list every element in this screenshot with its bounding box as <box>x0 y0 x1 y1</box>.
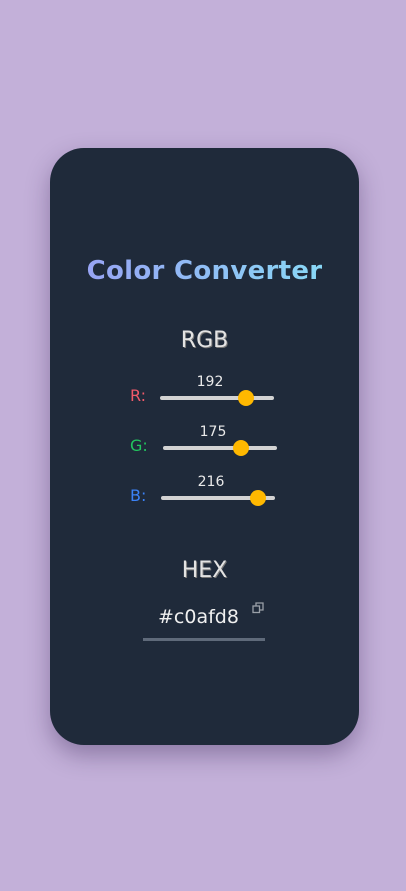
slider-row-b: B: 216 <box>50 474 359 516</box>
r-slider-thumb[interactable] <box>237 390 254 406</box>
b-slider[interactable] <box>161 490 275 506</box>
g-slider-thumb[interactable] <box>233 440 250 456</box>
slider-row-r: R: 192 <box>50 374 359 416</box>
g-slider[interactable] <box>163 440 277 456</box>
r-label: R: <box>130 386 147 405</box>
hex-heading: HEX <box>181 558 228 583</box>
rgb-heading: RGB <box>180 328 229 353</box>
g-label: G: <box>130 436 148 455</box>
r-value: 192 <box>196 374 224 390</box>
app-title: Color Converter <box>50 256 359 286</box>
converter-card: Color Converter RGB R: 192 G: 175 B: 216… <box>50 148 359 745</box>
b-label: B: <box>130 486 147 505</box>
hex-field[interactable]: #c0afd8 <box>143 602 265 641</box>
r-slider[interactable] <box>160 390 274 406</box>
g-value: 175 <box>199 424 227 440</box>
hex-value[interactable]: #c0afd8 <box>158 606 239 628</box>
b-value: 216 <box>197 474 225 490</box>
copy-icon[interactable] <box>252 602 264 614</box>
slider-row-g: G: 175 <box>50 424 359 466</box>
b-slider-thumb[interactable] <box>249 490 266 506</box>
